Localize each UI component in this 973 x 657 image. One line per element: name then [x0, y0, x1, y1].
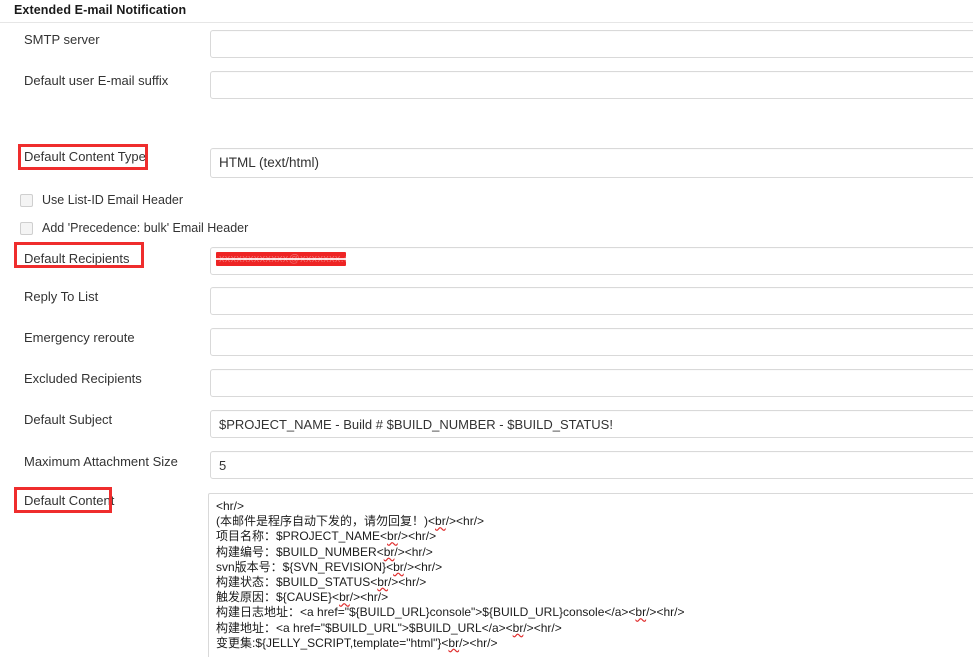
label-default-content: Default Content	[24, 493, 115, 508]
redaction-strike	[216, 258, 346, 260]
default-content-line: (本邮件是程序自动下发的，请勿回复！)<br/><hr/>	[216, 514, 485, 529]
label-emergency-reroute: Emergency reroute	[24, 330, 135, 345]
excluded-recipients-input[interactable]	[210, 369, 973, 397]
smtp-server-input[interactable]	[210, 30, 973, 58]
default-content-line: 构建日志地址：<a href="${BUILD_URL}console">${B…	[216, 605, 685, 620]
label-email-suffix: Default user E-mail suffix	[24, 73, 169, 88]
spellcheck-underline: br	[635, 605, 647, 620]
default-content-line: 变更集:${JELLY_SCRIPT,template="html"}<br/>…	[216, 635, 498, 650]
spellcheck-underline: br	[383, 544, 395, 559]
default-content-line: svn版本号：${SVN_REVISION}<br/><hr/>	[216, 559, 443, 574]
spellcheck-underline: br	[387, 529, 398, 544]
default-content-line: 触发原因：${CAUSE}<br/><hr/>	[216, 590, 389, 605]
default-content-textarea[interactable]: <hr/> (本邮件是程序自动下发的，请勿回复！)<br/><hr/> 项目名称：$…	[208, 493, 973, 657]
email-suffix-input[interactable]	[210, 71, 973, 99]
default-content-line: 构建状态：$BUILD_STATUS<br/><hr/>	[216, 575, 427, 590]
spellcheck-underline: br	[448, 635, 460, 650]
spellcheck-underline: br	[435, 514, 446, 529]
spellcheck-underline: br	[393, 559, 404, 574]
spellcheck-underline: br	[512, 620, 524, 635]
row-precedence-bulk-header: Add 'Precedence: bulk' Email Header	[0, 220, 973, 240]
label-default-content-type: Default Content Type	[24, 149, 146, 164]
label-excluded-recipients: Excluded Recipients	[24, 371, 142, 386]
default-content-line: <hr/>	[216, 499, 245, 513]
label-max-attachment-size: Maximum Attachment Size	[24, 454, 178, 469]
default-content-line: 构建编号：$BUILD_NUMBER<br/><hr/>	[216, 544, 433, 559]
emergency-reroute-input[interactable]	[210, 328, 973, 356]
extended-email-notification-page: Extended E-mail Notification SMTP server…	[0, 0, 973, 657]
use-list-id-email-header-checkbox[interactable]	[20, 194, 33, 207]
label-smtp-server: SMTP server	[24, 32, 100, 47]
label-default-recipients: Default Recipients	[24, 251, 130, 266]
section-divider	[0, 22, 973, 23]
section-title: Extended E-mail Notification	[14, 3, 187, 17]
spellcheck-underline: br	[377, 575, 388, 590]
label-default-subject: Default Subject	[24, 412, 113, 427]
add-precedence-bulk-header-label[interactable]: Add 'Precedence: bulk' Email Header	[42, 220, 248, 236]
label-reply-to-list: Reply To List	[24, 289, 99, 304]
reply-to-list-input[interactable]	[210, 287, 973, 315]
spellcheck-underline: br	[339, 590, 350, 605]
default-subject-input[interactable]	[210, 410, 973, 438]
default-content-line: 项目名称：$PROJECT_NAME<br/><hr/>	[216, 529, 437, 544]
default-content-type-select[interactable]: HTML (text/html)	[210, 148, 973, 178]
add-precedence-bulk-header-checkbox[interactable]	[20, 222, 33, 235]
default-recipients-redaction: xxxxxxxxxxxx@xxxxxxx.com	[216, 252, 346, 266]
row-use-list-id-header: Use List-ID Email Header	[0, 192, 973, 212]
use-list-id-email-header-label[interactable]: Use List-ID Email Header	[42, 192, 183, 208]
max-attachment-size-input[interactable]	[210, 451, 973, 479]
default-content-line: 构建地址：<a href="$BUILD_URL">$BUILD_URL</a>…	[216, 620, 562, 635]
